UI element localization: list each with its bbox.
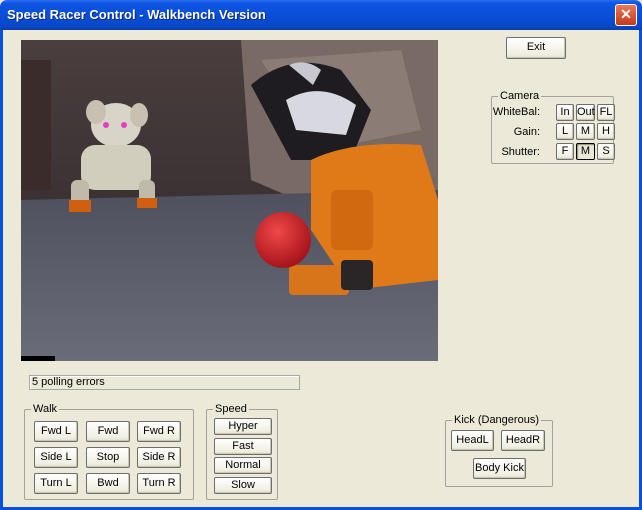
gain-l-button[interactable]: L (556, 123, 574, 140)
headr-kick-button[interactable]: HeadR (501, 430, 545, 451)
exit-button[interactable]: Exit (506, 37, 566, 59)
bwd-button[interactable]: Bwd (86, 473, 130, 494)
headl-kick-button[interactable]: HeadL (451, 430, 494, 451)
gain-m-button[interactable]: M (576, 123, 595, 140)
window-title: Speed Racer Control - Walkbench Version (7, 7, 266, 22)
side-l-button[interactable]: Side L (34, 447, 78, 468)
whitebal-label: WhiteBal: (492, 106, 540, 118)
turn-r-button[interactable]: Turn R (137, 473, 181, 494)
whitebal-in-button[interactable]: In (556, 104, 574, 121)
slow-button[interactable]: Slow (214, 477, 272, 494)
shutter-s-button[interactable]: S (597, 143, 615, 160)
fast-button[interactable]: Fast (214, 438, 272, 455)
window-frame-left (0, 30, 3, 510)
gain-label: Gain: (513, 126, 540, 138)
whitebal-fl-button[interactable]: FL (597, 104, 615, 121)
hyper-button[interactable]: Hyper (214, 418, 272, 435)
whitebal-out-button[interactable]: Out (576, 104, 595, 121)
close-icon[interactable]: ✕ (615, 4, 637, 26)
camera-legend: Camera (498, 90, 542, 102)
body-kick-button[interactable]: Body Kick (473, 458, 526, 479)
side-r-button[interactable]: Side R (137, 447, 181, 468)
fwd-l-button[interactable]: Fwd L (34, 421, 78, 442)
camera-feed (21, 40, 438, 361)
status-field: 5 polling errors (29, 375, 300, 390)
title-bar: Speed Racer Control - Walkbench Version … (0, 0, 642, 30)
fwd-button[interactable]: Fwd (86, 421, 130, 442)
gain-h-button[interactable]: H (597, 123, 615, 140)
normal-button[interactable]: Normal (214, 457, 272, 474)
kick-legend: Kick (Dangerous) (452, 414, 541, 426)
shutter-f-button[interactable]: F (556, 143, 574, 160)
walk-legend: Walk (31, 403, 60, 415)
speed-legend: Speed (213, 403, 249, 415)
shutter-m-button[interactable]: M (576, 143, 595, 160)
shutter-label: Shutter: (501, 146, 540, 158)
turn-l-button[interactable]: Turn L (34, 473, 78, 494)
stop-button[interactable]: Stop (86, 447, 130, 468)
fwd-r-button[interactable]: Fwd R (137, 421, 181, 442)
